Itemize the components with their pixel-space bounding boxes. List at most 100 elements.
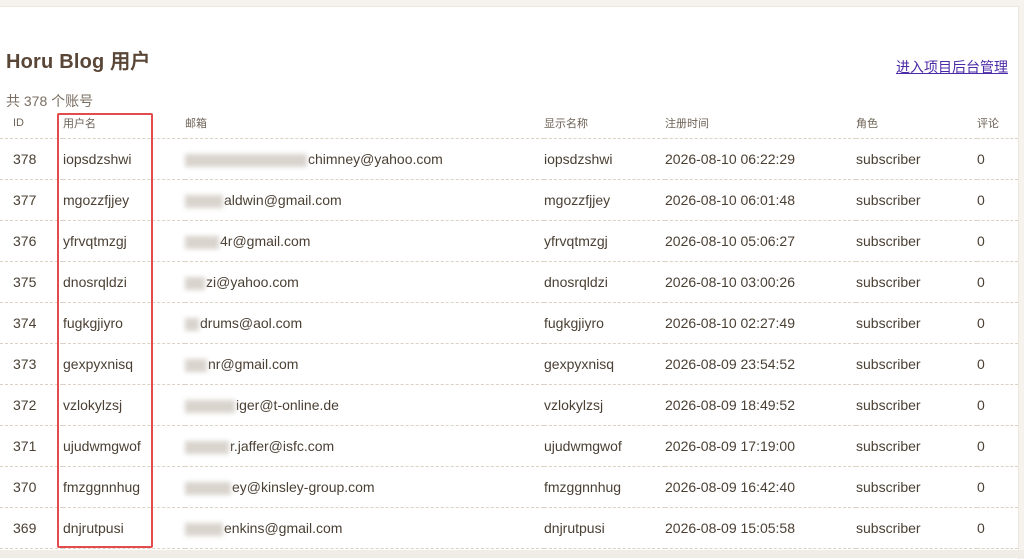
cell-id: 376	[0, 220, 63, 262]
header-id[interactable]: ID	[0, 108, 63, 139]
cell-email: ey@kinsley-group.com	[185, 466, 544, 508]
cell-comments: 0	[977, 466, 1018, 508]
header-registered[interactable]: 注册时间	[665, 108, 856, 139]
cell-role: subscriber	[856, 138, 977, 180]
cell-comments: 0	[977, 343, 1018, 385]
page-title: Horu Blog 用户	[6, 51, 151, 73]
cell-username: vzlokylzsj	[63, 384, 185, 426]
cell-email: aldwin@gmail.com	[185, 179, 544, 221]
users-table: ID 用户名 邮箱 显示名称 注册时间 角色 评论 378 iopsdzshwi…	[0, 108, 1018, 549]
cell-email: r.jaffer@isfc.com	[185, 425, 544, 467]
bottom-strip	[0, 550, 1024, 558]
cell-comments: 0	[977, 384, 1018, 426]
redaction-blur	[185, 194, 223, 208]
header-display-name[interactable]: 显示名称	[544, 108, 665, 139]
cell-registered: 2026-08-09 23:54:52	[665, 343, 856, 385]
cell-username: fmzggnnhug	[63, 466, 185, 508]
redaction-blur	[185, 440, 229, 454]
cell-comments: 0	[977, 261, 1018, 303]
cell-username: dnosrqldzi	[63, 261, 185, 303]
redaction-blur	[185, 153, 307, 167]
admin-backend-link[interactable]: 进入项目后台管理	[896, 57, 1008, 77]
cell-email: 4r@gmail.com	[185, 220, 544, 262]
cell-email-text: zi@yahoo.com	[206, 274, 299, 290]
cell-role: subscriber	[856, 261, 977, 303]
cell-username: fugkgjiyro	[63, 302, 185, 344]
cell-registered: 2026-08-10 02:27:49	[665, 302, 856, 344]
table-row[interactable]: 369 dnjrutpusi enkins@gmail.com dnjrutpu…	[0, 507, 1018, 549]
cell-email-text: iger@t-online.de	[236, 397, 339, 413]
cell-comments: 0	[977, 220, 1018, 262]
cell-username: ujudwmgwof	[63, 425, 185, 467]
cell-username: dnjrutpusi	[63, 507, 185, 549]
cell-display-name: ujudwmgwof	[544, 425, 665, 467]
cell-registered: 2026-08-10 06:22:29	[665, 138, 856, 180]
cell-id: 375	[0, 261, 63, 303]
cell-email: zi@yahoo.com	[185, 261, 544, 303]
cell-comments: 0	[977, 507, 1018, 549]
table-row[interactable]: 373 gexpyxnisq nr@gmail.com gexpyxnisq 2…	[0, 343, 1018, 385]
table-row[interactable]: 375 dnosrqldzi zi@yahoo.com dnosrqldzi 2…	[0, 261, 1018, 303]
cell-registered: 2026-08-10 05:06:27	[665, 220, 856, 262]
cell-registered: 2026-08-10 03:00:26	[665, 261, 856, 303]
redaction-blur	[185, 276, 205, 290]
table-row[interactable]: 370 fmzggnnhug ey@kinsley-group.com fmzg…	[0, 466, 1018, 508]
redaction-blur	[185, 399, 235, 413]
cell-username: gexpyxnisq	[63, 343, 185, 385]
table-row[interactable]: 371 ujudwmgwof r.jaffer@isfc.com ujudwmg…	[0, 425, 1018, 467]
table-row[interactable]: 378 iopsdzshwi chimney@yahoo.com iopsdzs…	[0, 138, 1018, 180]
cell-username: iopsdzshwi	[63, 138, 185, 180]
cell-display-name: vzlokylzsj	[544, 384, 665, 426]
cell-display-name: gexpyxnisq	[544, 343, 665, 385]
header-role[interactable]: 角色	[856, 108, 977, 139]
table-row[interactable]: 374 fugkgjiyro drums@aol.com fugkgjiyro …	[0, 302, 1018, 344]
cell-email-text: chimney@yahoo.com	[308, 151, 443, 167]
cell-role: subscriber	[856, 220, 977, 262]
cell-role: subscriber	[856, 384, 977, 426]
cell-id: 374	[0, 302, 63, 344]
cell-registered: 2026-08-09 15:05:58	[665, 507, 856, 549]
cell-display-name: dnosrqldzi	[544, 261, 665, 303]
header-comments[interactable]: 评论	[977, 108, 1018, 139]
cell-comments: 0	[977, 425, 1018, 467]
cell-email: nr@gmail.com	[185, 343, 544, 385]
redaction-blur	[185, 481, 231, 495]
cell-email: drums@aol.com	[185, 302, 544, 344]
cell-registered: 2026-08-10 06:01:48	[665, 179, 856, 221]
cell-display-name: dnjrutpusi	[544, 507, 665, 549]
users-table-body: 378 iopsdzshwi chimney@yahoo.com iopsdzs…	[0, 138, 1018, 549]
redaction-blur	[185, 317, 199, 331]
cell-role: subscriber	[856, 302, 977, 344]
cell-display-name: yfrvqtmzgj	[544, 220, 665, 262]
cell-registered: 2026-08-09 18:49:52	[665, 384, 856, 426]
cell-id: 373	[0, 343, 63, 385]
cell-registered: 2026-08-09 16:42:40	[665, 466, 856, 508]
table-row[interactable]: 372 vzlokylzsj iger@t-online.de vzlokylz…	[0, 384, 1018, 426]
cell-email: chimney@yahoo.com	[185, 138, 544, 180]
cell-email-text: drums@aol.com	[200, 315, 303, 331]
redaction-blur	[185, 358, 207, 372]
cell-email-text: nr@gmail.com	[208, 356, 299, 372]
header-username[interactable]: 用户名	[63, 108, 185, 139]
cell-role: subscriber	[856, 507, 977, 549]
cell-email-text: ey@kinsley-group.com	[232, 479, 375, 495]
cell-username: mgozzfjjey	[63, 179, 185, 221]
cell-id: 371	[0, 425, 63, 467]
table-row[interactable]: 377 mgozzfjjey aldwin@gmail.com mgozzfjj…	[0, 179, 1018, 221]
cell-role: subscriber	[856, 466, 977, 508]
cell-display-name: fugkgjiyro	[544, 302, 665, 344]
cell-display-name: iopsdzshwi	[544, 138, 665, 180]
cell-id: 378	[0, 138, 63, 180]
cell-display-name: mgozzfjjey	[544, 179, 665, 221]
cell-email-text: aldwin@gmail.com	[224, 192, 342, 208]
redaction-blur	[185, 522, 223, 536]
table-header-row: ID 用户名 邮箱 显示名称 注册时间 角色 评论	[0, 108, 1018, 139]
cell-comments: 0	[977, 138, 1018, 180]
cell-role: subscriber	[856, 343, 977, 385]
cell-email: iger@t-online.de	[185, 384, 544, 426]
cell-role: subscriber	[856, 425, 977, 467]
table-row[interactable]: 376 yfrvqtmzgj 4r@gmail.com yfrvqtmzgj 2…	[0, 220, 1018, 262]
header-email[interactable]: 邮箱	[185, 108, 544, 139]
cell-registered: 2026-08-09 17:19:00	[665, 425, 856, 467]
cell-display-name: fmzggnnhug	[544, 466, 665, 508]
